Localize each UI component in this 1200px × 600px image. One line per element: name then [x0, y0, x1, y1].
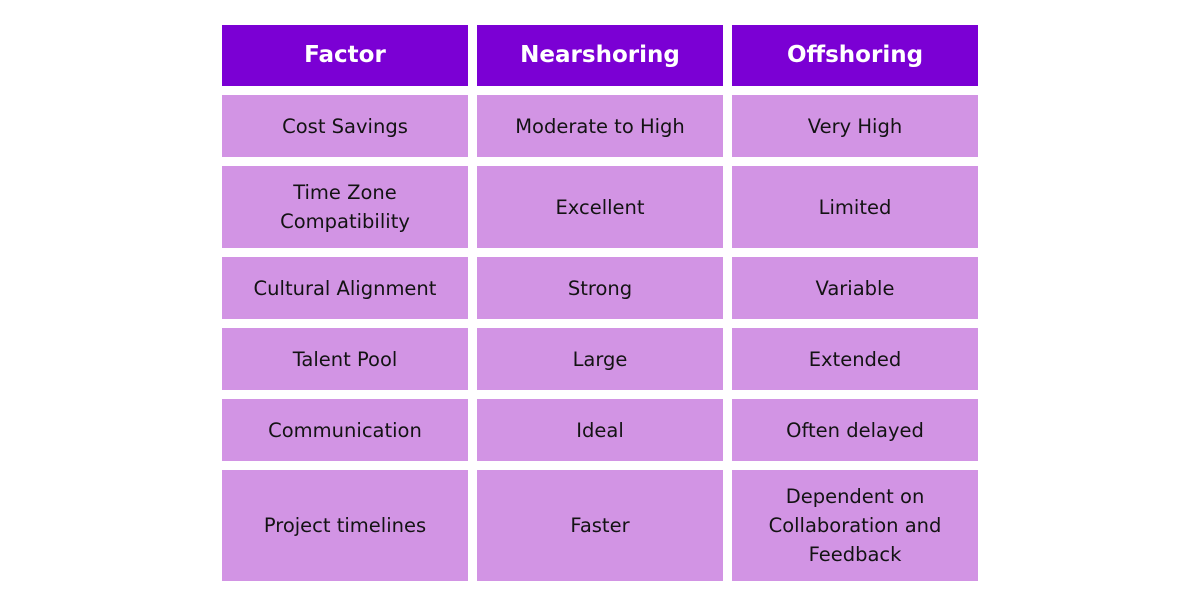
table-row: Talent Pool Large Extended	[222, 328, 978, 390]
column-header-offshoring: Offshoring	[732, 25, 978, 86]
column-header-factor: Factor	[222, 25, 468, 86]
cell-text: Project timelines	[263, 514, 427, 537]
cell-nearshoring: Ideal	[477, 399, 723, 461]
cell-text: Cultural Alignment	[253, 276, 437, 300]
cell-offshoring: Limited	[732, 166, 978, 248]
cell-text: Limited	[818, 195, 892, 219]
cell-text: Large	[572, 347, 628, 371]
comparison-table: Factor Nearshoring Offshoring Cost Savin…	[222, 25, 978, 581]
cell-text: Strong	[567, 276, 633, 300]
cell-offshoring: Extended	[732, 328, 978, 390]
cell-text: Time Zone Compatibility	[280, 181, 410, 233]
column-header-offshoring-label: Offshoring	[786, 41, 924, 68]
cell-nearshoring: Strong	[477, 257, 723, 319]
cell-factor: Cost Savings	[222, 95, 468, 157]
cell-text: Very High	[807, 114, 903, 138]
cell-offshoring: Often delayed	[732, 399, 978, 461]
cell-factor: Time Zone Compatibility	[222, 166, 468, 248]
column-header-nearshoring-label: Nearshoring	[520, 41, 680, 68]
table-row: Cultural Alignment Strong Variable	[222, 257, 978, 319]
cell-nearshoring: Moderate to High	[477, 95, 723, 157]
cell-offshoring: Very High	[732, 95, 978, 157]
table-row: Project timelines Faster Dependent on Co…	[222, 470, 978, 581]
cell-text: Talent Pool	[292, 347, 398, 371]
cell-text: Dependent on Collaboration and Feedback	[768, 485, 942, 566]
cell-text: Variable	[815, 276, 895, 300]
table-row: Cost Savings Moderate to High Very High	[222, 95, 978, 157]
cell-text: Cost Savings	[282, 114, 408, 138]
cell-text: Excellent	[555, 195, 645, 219]
cell-nearshoring: Large	[477, 328, 723, 390]
cell-nearshoring: Excellent	[477, 166, 723, 248]
column-header-nearshoring: Nearshoring	[477, 25, 723, 86]
column-header-factor-label: Factor	[304, 41, 386, 68]
cell-factor: Project timelines	[222, 470, 468, 581]
cell-text: Often delayed	[786, 418, 924, 442]
cell-offshoring: Dependent on Collaboration and Feedback	[732, 470, 978, 581]
table-row: Time Zone Compatibility Excellent Limite…	[222, 166, 978, 248]
cell-text: Faster	[570, 514, 630, 537]
table-header-row: Factor Nearshoring Offshoring	[222, 25, 978, 86]
cell-offshoring: Variable	[732, 257, 978, 319]
cell-text: Moderate to High	[515, 114, 685, 138]
cell-text: Extended	[808, 347, 902, 371]
cell-factor: Cultural Alignment	[222, 257, 468, 319]
cell-nearshoring: Faster	[477, 470, 723, 581]
table-row: Communication Ideal Often delayed	[222, 399, 978, 461]
cell-text: Ideal	[576, 418, 624, 442]
cell-factor: Communication	[222, 399, 468, 461]
cell-factor: Talent Pool	[222, 328, 468, 390]
cell-text: Communication	[268, 418, 422, 442]
